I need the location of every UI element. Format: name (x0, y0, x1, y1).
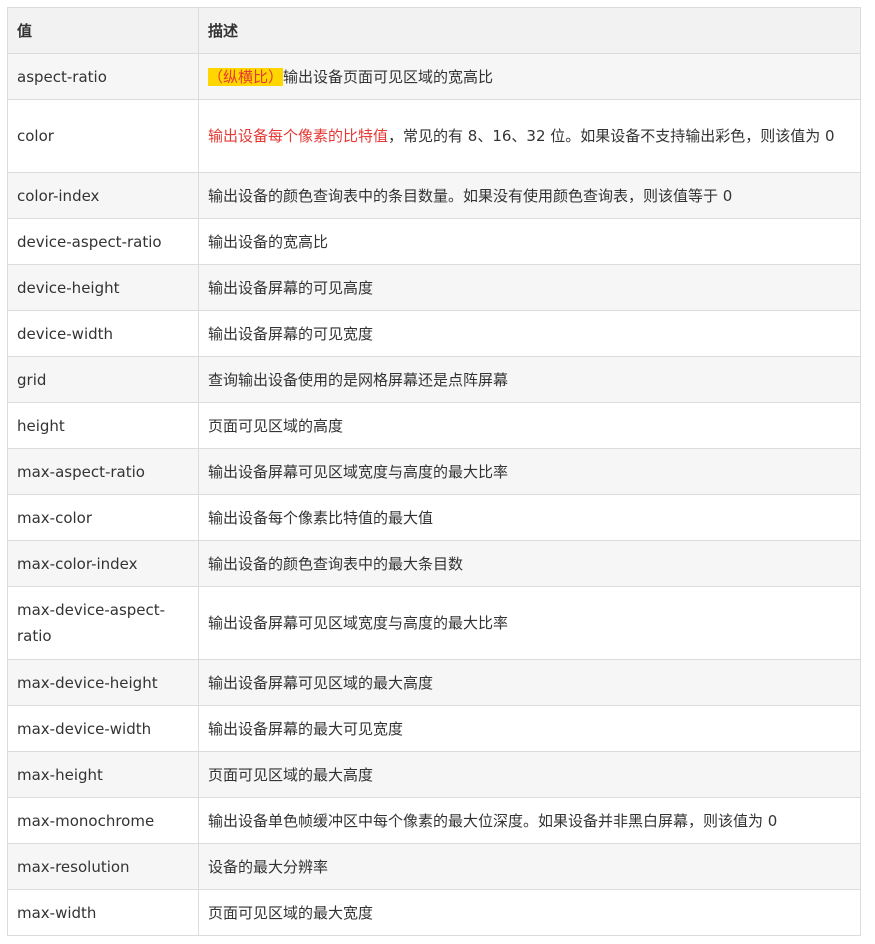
row-value: device-aspect-ratio (7, 218, 199, 265)
row-description: （纵横比）输出设备页面可见区域的宽高比 (198, 53, 861, 100)
row-description: 输出设备屏幕可见区域宽度与高度的最大比率 (198, 586, 861, 660)
table-row: grid 查询输出设备使用的是网格屏幕还是点阵屏幕 (7, 356, 861, 403)
row-value: max-resolution (7, 843, 199, 890)
row-value: max-device-height (7, 659, 199, 706)
row-description: 输出设备的宽高比 (198, 218, 861, 265)
row-description: 输出设备每个像素比特值的最大值 (198, 494, 861, 541)
red-text: 输出设备每个像素的比特值 (208, 127, 389, 145)
row-description: 查询输出设备使用的是网格屏幕还是点阵屏幕 (198, 356, 861, 403)
row-value: max-color (7, 494, 199, 541)
table-row: max-device-height 输出设备屏幕可见区域的最大高度 (7, 659, 861, 706)
table-row: max-device-aspect-ratio 输出设备屏幕可见区域宽度与高度的… (7, 586, 861, 660)
media-features-table-container: 值 描述 aspect-ratio （纵横比）输出设备页面可见区域的宽高比 co… (7, 7, 861, 936)
row-value: max-width (7, 889, 199, 936)
row-value: aspect-ratio (7, 53, 199, 100)
media-features-table: 值 描述 aspect-ratio （纵横比）输出设备页面可见区域的宽高比 co… (7, 7, 861, 936)
row-value: device-width (7, 310, 199, 357)
highlight-text: （纵横比） (208, 67, 284, 86)
row-description: 输出设备屏幕的可见高度 (198, 264, 861, 311)
table-row: max-monochrome 输出设备单色帧缓冲区中每个像素的最大位深度。如果设… (7, 797, 861, 844)
row-description: 输出设备屏幕可见区域的最大高度 (198, 659, 861, 706)
row-description: 输出设备的颜色查询表中的条目数量。如果没有使用颜色查询表，则该值等于 0 (198, 172, 861, 219)
table-row: max-width 页面可见区域的最大宽度 (7, 889, 861, 936)
row-description: 输出设备屏幕的可见宽度 (198, 310, 861, 357)
header-description: 描述 (198, 7, 861, 54)
header-value: 值 (7, 7, 199, 54)
table-row: max-color 输出设备每个像素比特值的最大值 (7, 494, 861, 541)
row-value: grid (7, 356, 199, 403)
row-value: height (7, 402, 199, 449)
row-value: max-monochrome (7, 797, 199, 844)
table-row: max-resolution 设备的最大分辨率 (7, 843, 861, 890)
row-description: 输出设备屏幕的最大可见宽度 (198, 705, 861, 752)
row-value: max-aspect-ratio (7, 448, 199, 495)
row-description: 输出设备每个像素的比特值，常见的有 8、16、32 位。如果设备不支持输出彩色，… (198, 99, 861, 173)
row-description: 输出设备屏幕可见区域宽度与高度的最大比率 (198, 448, 861, 495)
row-description: 页面可见区域的高度 (198, 402, 861, 449)
row-description: 设备的最大分辨率 (198, 843, 861, 890)
table-row: height 页面可见区域的高度 (7, 402, 861, 449)
row-description: 页面可见区域的最大高度 (198, 751, 861, 798)
row-value: device-height (7, 264, 199, 311)
row-description: 输出设备的颜色查询表中的最大条目数 (198, 540, 861, 587)
table-row: max-aspect-ratio 输出设备屏幕可见区域宽度与高度的最大比率 (7, 448, 861, 495)
table-row: device-aspect-ratio 输出设备的宽高比 (7, 218, 861, 265)
description-text: 输出设备页面可见区域的宽高比 (283, 67, 494, 86)
table-row: aspect-ratio （纵横比）输出设备页面可见区域的宽高比 (7, 53, 861, 100)
table-row: color 输出设备每个像素的比特值，常见的有 8、16、32 位。如果设备不支… (7, 99, 861, 173)
table-row: device-width 输出设备屏幕的可见宽度 (7, 310, 861, 357)
table-header-row: 值 描述 (7, 7, 861, 54)
row-value: color (7, 99, 199, 173)
table-row: color-index 输出设备的颜色查询表中的条目数量。如果没有使用颜色查询表… (7, 172, 861, 219)
table-row: max-height 页面可见区域的最大高度 (7, 751, 861, 798)
table-row: max-device-width 输出设备屏幕的最大可见宽度 (7, 705, 861, 752)
row-description: 输出设备单色帧缓冲区中每个像素的最大位深度。如果设备并非黑白屏幕，则该值为 0 (198, 797, 861, 844)
row-value: color-index (7, 172, 199, 219)
row-description: 页面可见区域的最大宽度 (198, 889, 861, 936)
row-value: max-color-index (7, 540, 199, 587)
description-text: ，常见的有 8、16、32 位。如果设备不支持输出彩色，则该值为 0 (388, 127, 835, 145)
row-value: max-device-aspect-ratio (7, 586, 199, 660)
table-row: max-color-index 输出设备的颜色查询表中的最大条目数 (7, 540, 861, 587)
table-row: device-height 输出设备屏幕的可见高度 (7, 264, 861, 311)
row-value: max-device-width (7, 705, 199, 752)
row-value: max-height (7, 751, 199, 798)
